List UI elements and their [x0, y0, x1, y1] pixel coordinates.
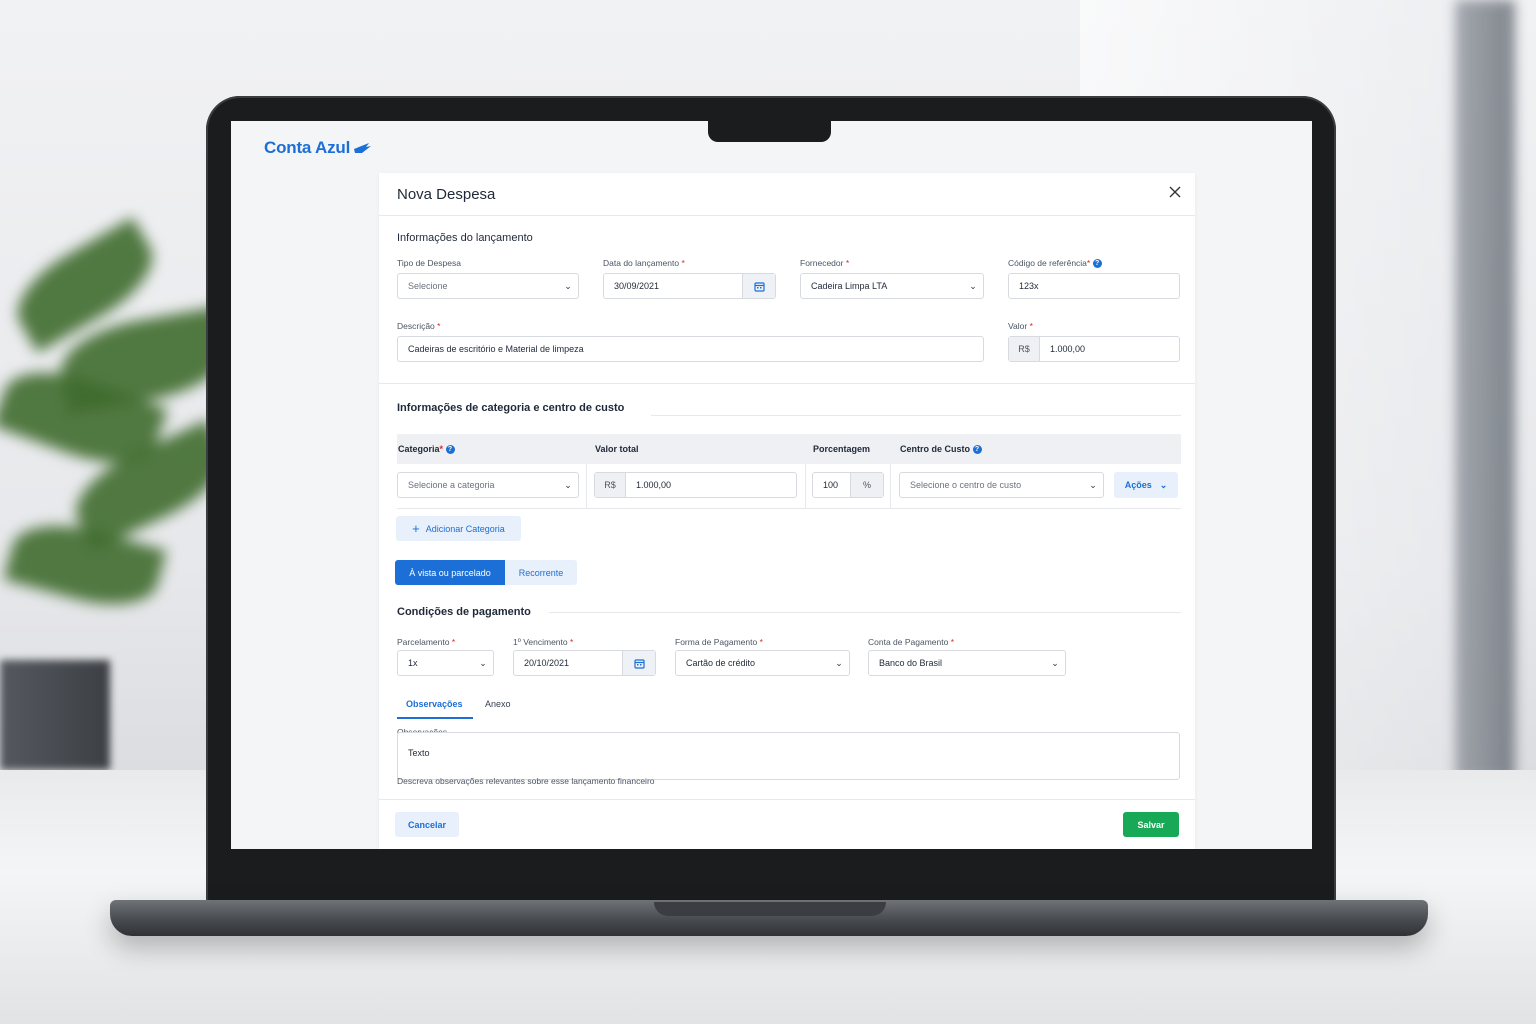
payment-type-recurring[interactable]: Recorrente [505, 560, 577, 585]
cost-center-placeholder: Selecione o centro de custo [910, 480, 1022, 490]
payment-account-select[interactable]: Banco do Brasil ⌄ [868, 650, 1066, 676]
tab-attachment[interactable]: Anexo [485, 699, 511, 709]
category-value-input[interactable]: R$ 1.000,00 [594, 472, 797, 498]
footer-divider [379, 799, 1195, 800]
observations-hint: Descreva observações relevantes sobre es… [397, 776, 655, 786]
calendar-icon[interactable] [622, 651, 655, 675]
header-divider [379, 215, 1195, 216]
launch-date-value: 30/09/2021 [614, 281, 660, 291]
amount-label: Valor * [1008, 321, 1033, 331]
chevron-down-icon: ⌄ [1159, 479, 1168, 490]
section-category-title: Informações de categoria e centro de cus… [397, 402, 625, 414]
due-date-value: 20/10/2021 [524, 658, 570, 668]
percentage-value: 100 [823, 480, 839, 490]
launch-date-input[interactable]: 30/09/2021 [603, 273, 776, 299]
column-divider [890, 464, 891, 508]
brand-logo[interactable]: Conta Azul [264, 138, 372, 158]
category-table-header: Categoria* ? Valor total Porcentagem Cen… [397, 434, 1181, 464]
actions-label: Ações [1124, 480, 1152, 490]
chevron-down-icon: ⌄ [564, 280, 572, 291]
new-expense-modal: Nova Despesa Informações do lançamento T… [379, 173, 1195, 849]
chevron-down-icon: ⌄ [479, 657, 487, 668]
reference-code-label: Código de referência* ? [1008, 258, 1102, 269]
background-pot [0, 660, 110, 770]
column-percentage: Porcentagem [813, 444, 871, 454]
amount-value: 1.000,00 [1050, 344, 1086, 354]
tab-observations[interactable]: Observações [406, 699, 463, 709]
payment-account-value: Banco do Brasil [879, 658, 943, 668]
observations-value: Texto [408, 748, 430, 758]
installments-select[interactable]: 1x ⌄ [397, 650, 494, 676]
modal-title: Nova Despesa [397, 186, 496, 203]
expense-type-select[interactable]: Selecione ⌄ [397, 273, 579, 299]
observations-textarea[interactable]: Texto [397, 732, 1180, 780]
reference-code-value: 123x [1019, 281, 1039, 291]
amount-input[interactable]: R$ 1.000,00 [1008, 336, 1180, 362]
percent-suffix: % [850, 473, 883, 497]
payment-method-value: Cartão de crédito [686, 658, 756, 668]
brand-logo-text: Conta Azul [264, 138, 351, 157]
laptop-screen: Conta Azul Nova Despesa Informações do l… [231, 121, 1312, 849]
expense-type-placeholder: Selecione [408, 281, 448, 291]
section-title-rule [651, 415, 1181, 416]
installments-label: Parcelamento * [397, 637, 456, 647]
percentage-input[interactable]: 100 % [812, 472, 884, 498]
category-placeholder: Selecione a categoria [408, 480, 495, 490]
expense-type-label: Tipo de Despesa [397, 258, 461, 268]
payment-type-single[interactable]: À vista ou parcelado [395, 560, 505, 585]
cancel-button[interactable]: Cancelar [395, 812, 459, 837]
section-payment-title: Condições de pagamento [397, 606, 531, 618]
payment-method-select[interactable]: Cartão de crédito ⌄ [675, 650, 850, 676]
section-divider [379, 383, 1195, 384]
currency-prefix: R$ [595, 473, 626, 497]
supplier-label: Fornecedor * [800, 258, 850, 268]
description-input[interactable]: Cadeiras de escritório e Material de lim… [397, 336, 984, 362]
chevron-down-icon: ⌄ [969, 280, 977, 291]
description-label: Descrição * [397, 321, 441, 331]
save-button[interactable]: Salvar [1123, 812, 1179, 837]
category-value: 1.000,00 [636, 480, 672, 490]
actions-button[interactable]: Ações ⌄ [1114, 472, 1178, 498]
add-category-label: Adicionar Categoria [425, 523, 505, 534]
cost-center-select[interactable]: Selecione o centro de custo ⌄ [899, 472, 1104, 498]
currency-prefix: R$ [1009, 337, 1040, 361]
column-category: Categoria* ? [398, 444, 455, 455]
chevron-down-icon: ⌄ [1089, 479, 1097, 490]
column-divider [805, 464, 806, 508]
category-select[interactable]: Selecione a categoria ⌄ [397, 472, 579, 498]
description-value: Cadeiras de escritório e Material de lim… [408, 344, 584, 354]
installments-value: 1x [408, 658, 418, 668]
column-divider [586, 464, 587, 508]
due-date-label: 1º Vencimento * [513, 637, 574, 647]
laptop-base-notch [654, 902, 886, 916]
background-pillar [1455, 0, 1515, 780]
add-category-button[interactable]: + Adicionar Categoria [396, 516, 521, 541]
help-icon[interactable]: ? [445, 445, 455, 455]
brand-wing-icon [354, 143, 372, 153]
payment-method-label: Forma de Pagamento * [675, 637, 763, 647]
close-button[interactable] [1169, 183, 1181, 203]
plus-icon: + [412, 521, 420, 536]
column-cost-center: Centro de Custo ? [900, 444, 982, 455]
payment-account-label: Conta de Pagamento * [868, 637, 955, 647]
due-date-input[interactable]: 20/10/2021 [513, 650, 656, 676]
supplier-select[interactable]: Cadeira Limpa LTA ⌄ [800, 273, 984, 299]
close-icon [1169, 186, 1181, 198]
column-total-value: Valor total [595, 444, 639, 454]
calendar-icon[interactable] [742, 274, 775, 298]
help-icon[interactable]: ? [1092, 259, 1102, 269]
help-icon[interactable]: ? [972, 445, 982, 455]
section-launch-info-title: Informações do lançamento [397, 232, 533, 244]
chevron-down-icon: ⌄ [564, 479, 572, 490]
camera-notch [708, 121, 831, 142]
active-tab-indicator [397, 717, 473, 719]
section-title-rule [549, 612, 1181, 613]
supplier-value: Cadeira Limpa LTA [811, 281, 888, 291]
chevron-down-icon: ⌄ [835, 657, 843, 668]
reference-code-input[interactable]: 123x [1008, 273, 1180, 299]
chevron-down-icon: ⌄ [1051, 657, 1059, 668]
launch-date-label: Data do lançamento * [603, 258, 685, 268]
